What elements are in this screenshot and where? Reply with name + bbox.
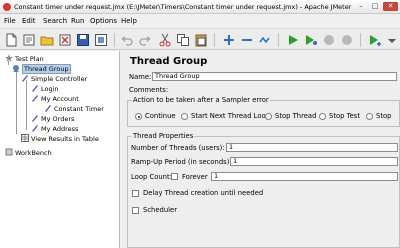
name-label: Name: bbox=[129, 73, 152, 81]
sampler-icon bbox=[31, 94, 39, 102]
thread-group-icon bbox=[12, 64, 20, 72]
thread-properties-legend: Thread Properties bbox=[132, 132, 195, 140]
save-icon[interactable] bbox=[76, 33, 90, 47]
tree-node-my-orders[interactable]: My Orders bbox=[31, 114, 74, 123]
open-folder-icon[interactable] bbox=[40, 33, 54, 47]
stop-test-now-radio[interactable] bbox=[366, 113, 373, 120]
close-icon[interactable] bbox=[58, 33, 72, 47]
stop-test-radio[interactable] bbox=[319, 113, 326, 120]
menu-options[interactable]: Options bbox=[90, 17, 117, 25]
stop-icon[interactable] bbox=[322, 33, 336, 47]
collapse-icon[interactable] bbox=[240, 33, 254, 47]
controller-icon bbox=[21, 74, 29, 82]
threads-input[interactable]: 1 bbox=[226, 143, 398, 152]
tree-node-constant-timer[interactable]: Constant Timer bbox=[44, 104, 104, 113]
toolbar-separator bbox=[114, 33, 115, 47]
test-plan-tree: Test Plan Thread Group Simple Controller… bbox=[0, 51, 120, 248]
expand-icon[interactable] bbox=[222, 33, 236, 47]
test-plan-icon bbox=[5, 54, 13, 62]
stop-thread-radio[interactable] bbox=[265, 113, 272, 120]
toggle-icon[interactable] bbox=[258, 33, 272, 47]
menu-search[interactable]: Search bbox=[43, 17, 67, 25]
paste-icon[interactable] bbox=[194, 33, 208, 47]
tree-node-view-results-in-table[interactable]: View Results in Table bbox=[21, 134, 99, 143]
save-as-icon[interactable] bbox=[94, 33, 108, 47]
rampup-label: Ramp-Up Period (in seconds): bbox=[131, 158, 232, 166]
start-next-thread-loop-label[interactable]: Start Next Thread Loop bbox=[191, 112, 270, 120]
tree-node-login[interactable]: Login bbox=[31, 84, 59, 93]
tree-node-thread-group[interactable]: Thread Group bbox=[12, 64, 71, 74]
jmeter-app-icon bbox=[3, 3, 11, 11]
threads-label: Number of Threads (users): bbox=[131, 144, 225, 152]
new-file-icon[interactable] bbox=[4, 33, 18, 47]
workbench-icon bbox=[5, 148, 13, 156]
shutdown-icon[interactable] bbox=[340, 33, 354, 47]
panel-heading: Thread Group bbox=[130, 56, 208, 67]
cut-icon[interactable] bbox=[158, 33, 172, 47]
menu-bar: File Edit Search Run Options Help bbox=[0, 15, 400, 27]
toolbar-separator bbox=[278, 33, 279, 47]
toolbar bbox=[0, 28, 400, 50]
toolbar-separator bbox=[360, 33, 361, 47]
tree-connector bbox=[16, 70, 17, 134]
tree-node-workbench[interactable]: WorkBench bbox=[5, 148, 52, 157]
start-icon[interactable] bbox=[286, 33, 300, 47]
stop-thread-label[interactable]: Stop Thread bbox=[275, 112, 316, 120]
title-bar: Constant timer under request.jmx (E:\JMe… bbox=[0, 0, 400, 14]
toolbar-separator bbox=[214, 33, 215, 47]
delay-thread-creation-label[interactable]: Delay Thread creation until needed bbox=[143, 189, 263, 197]
thread-group-editor: Thread Group Name: Thread Group Comments… bbox=[121, 51, 400, 248]
menu-run[interactable]: Run bbox=[71, 17, 84, 25]
tree-node-my-address[interactable]: My Address bbox=[31, 124, 78, 133]
menu-help[interactable]: Help bbox=[121, 17, 137, 25]
name-input[interactable]: Thread Group bbox=[152, 72, 397, 81]
rampup-input[interactable]: 1 bbox=[230, 157, 398, 166]
forever-label[interactable]: Forever bbox=[182, 173, 208, 181]
tree-connector bbox=[26, 80, 27, 130]
sampler-icon bbox=[31, 124, 39, 132]
scheduler-checkbox[interactable] bbox=[132, 207, 139, 214]
minimize-button[interactable]: – bbox=[355, 2, 367, 11]
tree-node-test-plan[interactable]: Test Plan bbox=[5, 54, 44, 63]
close-window-button[interactable]: ✕ bbox=[383, 2, 398, 11]
menu-edit[interactable]: Edit bbox=[22, 17, 36, 25]
forever-checkbox[interactable] bbox=[171, 173, 178, 180]
loop-count-input[interactable]: 1 bbox=[211, 172, 398, 181]
sampler-error-legend: Action to be taken after a Sampler error bbox=[132, 96, 270, 104]
delay-thread-creation-checkbox[interactable] bbox=[132, 190, 139, 197]
remote-menu-icon[interactable] bbox=[385, 33, 397, 47]
copy-icon[interactable] bbox=[176, 33, 190, 47]
scheduler-label[interactable]: Scheduler bbox=[143, 206, 177, 214]
timer-icon bbox=[44, 104, 52, 112]
sampler-icon bbox=[31, 114, 39, 122]
start-next-thread-loop-radio[interactable] bbox=[181, 113, 188, 120]
continue-radio[interactable] bbox=[135, 113, 142, 120]
templates-icon[interactable] bbox=[22, 33, 36, 47]
loop-count-label: Loop Count: bbox=[131, 173, 172, 181]
remote-start-icon[interactable] bbox=[368, 33, 382, 47]
stop-test-label[interactable]: Stop Test bbox=[329, 112, 360, 120]
continue-label[interactable]: Continue bbox=[145, 112, 176, 120]
tree-node-simple-controller[interactable]: Simple Controller bbox=[21, 74, 87, 83]
window-title: Constant timer under request.jmx (E:\JMe… bbox=[14, 3, 354, 11]
comments-label: Comments: bbox=[129, 86, 169, 94]
maximize-button[interactable]: □ bbox=[369, 2, 381, 11]
redo-icon[interactable] bbox=[138, 33, 152, 47]
listener-icon bbox=[21, 134, 29, 142]
stop-test-now-label[interactable]: Stop bbox=[376, 112, 391, 120]
undo-icon[interactable] bbox=[120, 33, 134, 47]
menu-file[interactable]: File bbox=[4, 17, 16, 25]
sampler-icon bbox=[31, 84, 39, 92]
tree-node-my-account[interactable]: My Account bbox=[31, 94, 79, 103]
start-no-pauses-icon[interactable] bbox=[304, 33, 318, 47]
